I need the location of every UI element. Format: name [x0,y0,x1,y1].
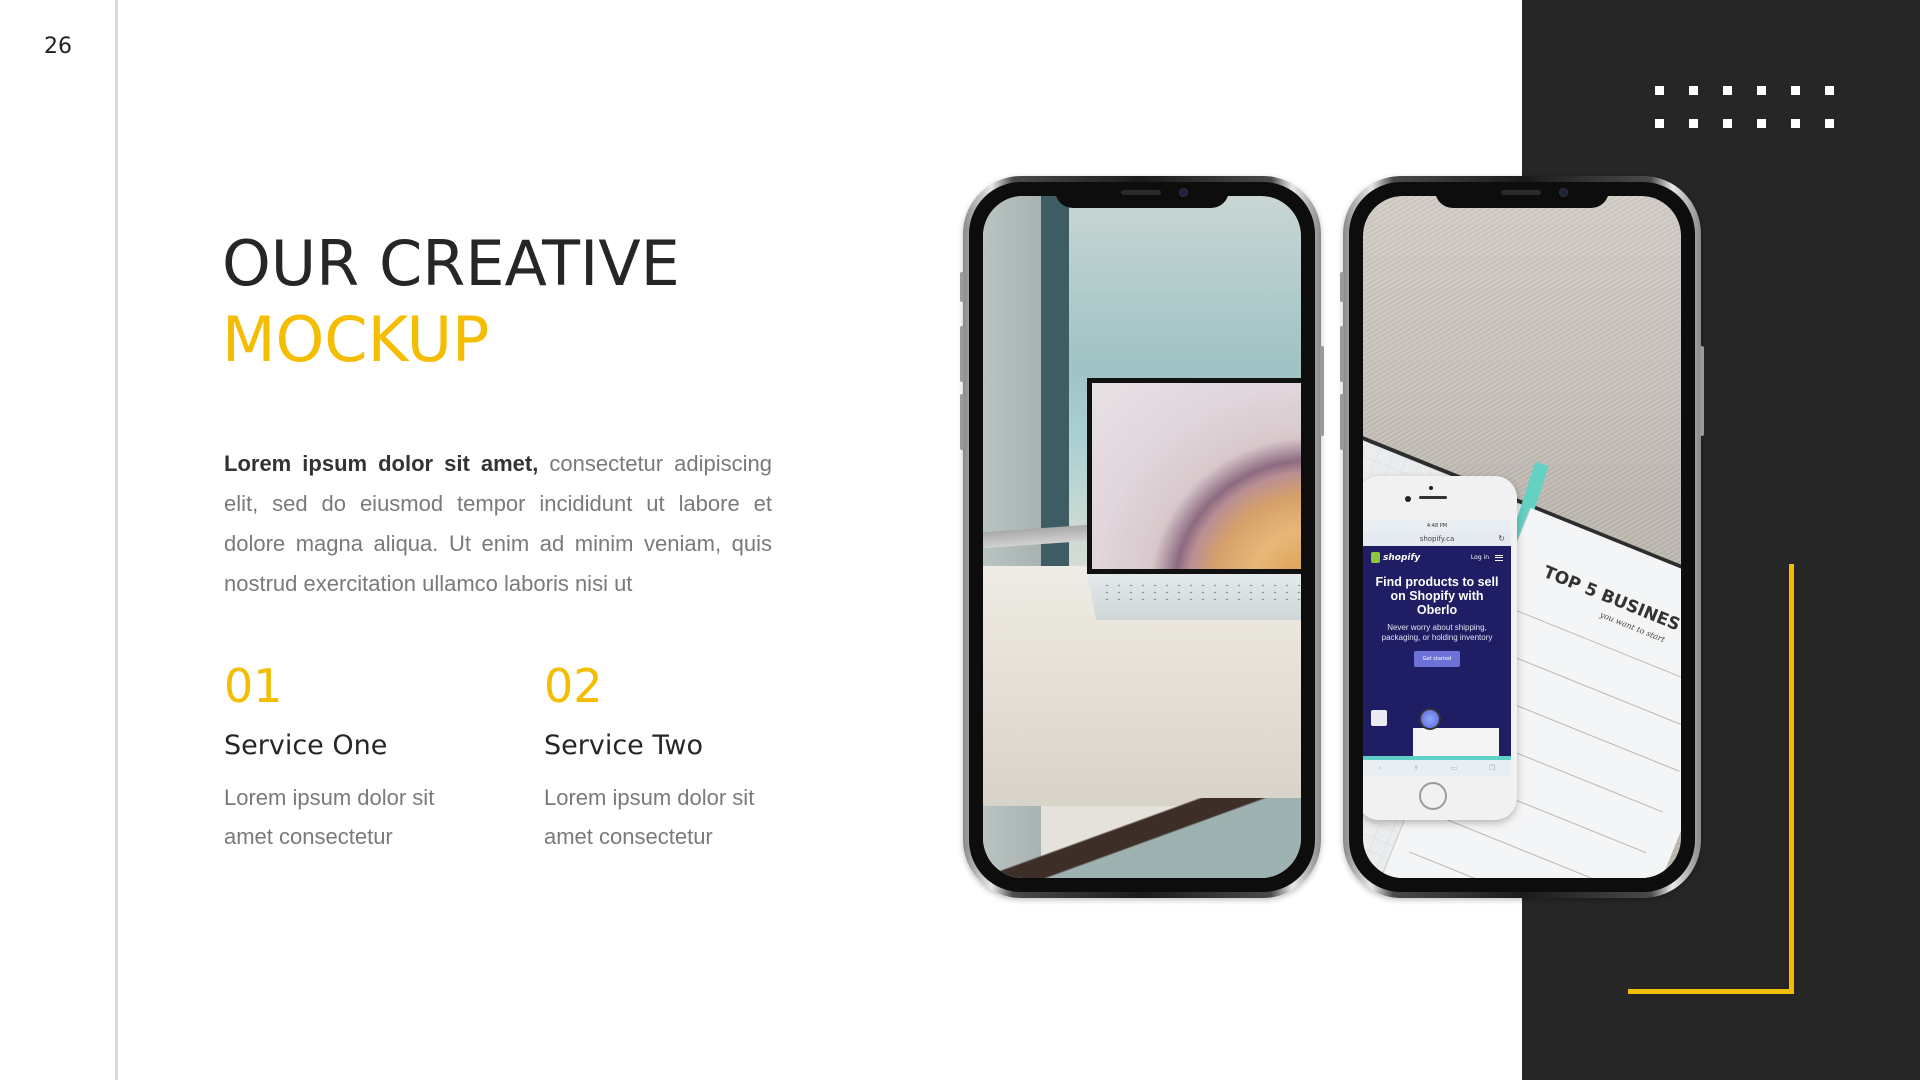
login-link: Log in [1470,554,1489,561]
slide-title: OUR CREATIVE MOCKUP [222,226,680,378]
service-number: 02 [544,659,603,713]
dot [1757,119,1766,128]
laptop-wallpaper [1092,383,1301,569]
dot [1757,86,1766,95]
dot [1825,86,1834,95]
laptop-keyboard [1087,574,1301,620]
dot [1791,86,1800,95]
intro-paragraph: Lorem ipsum dolor sit amet, consectetur … [224,444,772,604]
service-number: 01 [224,659,283,713]
phone-bezel: TOP 5 BUSINES you want to start 1. 4:48 … [1349,182,1695,892]
title-line-2: MOCKUP [222,303,490,376]
mute-switch [1340,272,1344,302]
illustration-card [1413,728,1499,758]
dot [1825,119,1834,128]
dot [1655,119,1664,128]
vertical-divider [115,0,118,1080]
service-description: Lorem ipsum dolor sit amet consectetur [224,785,435,849]
dot [1791,119,1800,128]
phone-mockup-left [960,176,1324,898]
shopping-bag-icon [1371,552,1380,563]
bookmarks-icon: ▭ [1450,764,1458,772]
volume-down-button [1340,394,1344,450]
tabs-icon: ❐ [1488,764,1496,772]
dot [1689,86,1698,95]
url-bar: shopify.ca ↻ [1363,532,1511,546]
phone-screen [983,196,1301,878]
service-name: Service One [224,730,388,761]
volume-up-button [1340,326,1344,382]
share-icon: ⇪ [1413,764,1420,772]
inner-phone-screen: 4:48 PM shopify.ca ↻ shopify Log in Find … [1363,520,1511,776]
power-button [1320,346,1324,436]
reload-icon: ↻ [1498,534,1505,543]
notebook-scene-image: TOP 5 BUSINES you want to start 1. 4:48 … [1363,196,1681,878]
phone-screen: TOP 5 BUSINES you want to start 1. 4:48 … [1363,196,1681,878]
back-icon: ‹ [1378,764,1382,772]
intro-bold: Lorem ipsum dolor sit amet, [224,451,539,476]
decorative-dot-grid [1655,86,1834,128]
hamburger-menu-icon [1495,554,1503,561]
dot [1655,86,1664,95]
hero-headline: Find products to sell on Shopify with Ob… [1375,575,1499,617]
phone-bezel [969,182,1315,892]
site-nav: shopify Log in [1363,546,1511,569]
bench-frame [983,798,1301,878]
get-started-button: Get started [1414,651,1460,667]
service-description: Lorem ipsum dolor sit amet consectetur [544,785,755,849]
mute-switch [960,272,964,302]
brand-name: shopify [1383,552,1421,563]
speaker-grille [1121,190,1161,195]
page-number: 26 [44,34,72,59]
laptop-screen [1087,378,1301,574]
phone-notch [1055,182,1229,208]
title-line-1: OUR CREATIVE [222,227,680,300]
volume-down-button [960,394,964,450]
proximity-sensor [1429,486,1433,490]
camera-icon [1405,496,1411,502]
laptop-scene-image [983,196,1301,878]
service-two: 02 Service Two Lorem ipsum dolor sit ame… [544,656,804,856]
power-button [1700,346,1704,436]
inner-phone: 4:48 PM shopify.ca ↻ shopify Log in Find … [1363,476,1517,820]
front-camera-icon [1559,188,1568,197]
hero-subtext: Never worry about shipping, packaging, o… [1381,623,1493,642]
phone-mockup-right: TOP 5 BUSINES you want to start 1. 4:48 … [1340,176,1704,898]
dot [1689,119,1698,128]
dot [1723,119,1732,128]
browser-toolbar: ‹ ⇪ ▭ ❐ [1363,760,1511,776]
hero-illustration [1363,702,1511,758]
illustration-tile [1371,710,1387,726]
home-button [1419,782,1447,810]
speaker-grille [1501,190,1541,195]
shopify-logo: shopify [1371,552,1420,563]
dot [1723,86,1732,95]
login-area: Log in [1471,554,1503,561]
front-camera-icon [1179,188,1188,197]
phone-notch [1435,182,1609,208]
speaker-grille [1419,496,1447,499]
sunglasses-icon [1419,708,1441,730]
keys [1101,582,1301,600]
volume-up-button [960,326,964,382]
status-bar: 4:48 PM [1363,520,1511,532]
url-text: shopify.ca [1419,535,1455,543]
service-name: Service Two [544,730,703,761]
service-one: 01 Service One Lorem ipsum dolor sit ame… [224,656,484,856]
paper-title: TOP 5 BUSINES [1540,562,1681,636]
